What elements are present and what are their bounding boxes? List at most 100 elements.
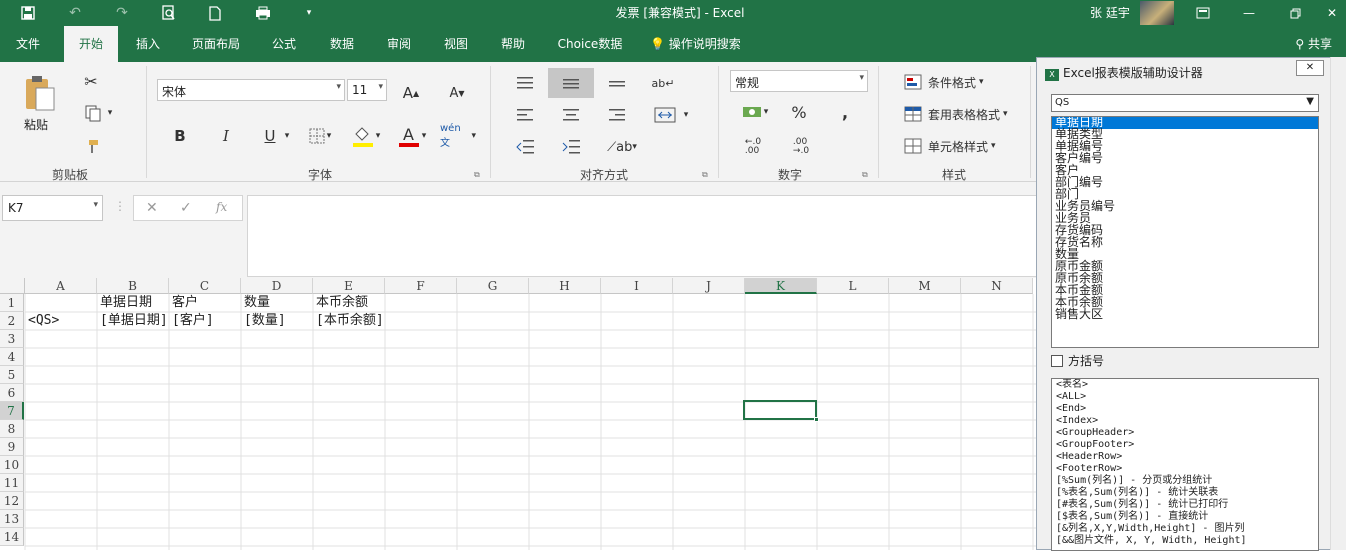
- ribbon-display-icon[interactable]: [1180, 0, 1226, 26]
- fill-handle[interactable]: [814, 417, 819, 422]
- name-box[interactable]: K7 ▾: [2, 195, 103, 221]
- increase-indent-icon[interactable]: [556, 134, 586, 160]
- insert-function-icon[interactable]: fx: [216, 200, 227, 214]
- minimize-icon[interactable]: —: [1226, 0, 1272, 26]
- tab-home[interactable]: 开始: [64, 26, 118, 62]
- avatar[interactable]: [1140, 1, 1174, 25]
- tab-data[interactable]: 数据: [322, 26, 362, 62]
- format-as-table-button[interactable]: 套用表格格式 ▾: [904, 102, 1008, 126]
- align-left-icon[interactable]: [510, 102, 540, 128]
- dialog-launcher-icon[interactable]: ⧉: [862, 170, 868, 180]
- template-item[interactable]: <FooterRow>: [1052, 463, 1318, 475]
- close-icon[interactable]: ✕: [1318, 0, 1346, 26]
- print-preview-icon[interactable]: [154, 0, 184, 26]
- decrease-indent-icon[interactable]: [510, 134, 540, 160]
- spreadsheet-grid[interactable]: ABCDEFGHIJKLMN 1 2 3 4 5 6 7 8 9 10 11 12 13 14 单据日期客…: [0, 278, 1040, 550]
- field-list[interactable]: 单据日期 单据类型 单据编号 客户编号 客户 部门编号 部门 业务员编号 业务员 存货编码 存货名称…: [1051, 116, 1319, 348]
- user-name[interactable]: 张 廷宇: [1090, 4, 1130, 21]
- panel-scrollbar[interactable]: [1330, 57, 1346, 550]
- tab-formulas[interactable]: 公式: [264, 26, 304, 62]
- field-item[interactable]: 销售大区: [1052, 308, 1318, 321]
- template-item[interactable]: <GroupHeader>: [1052, 427, 1318, 439]
- template-item[interactable]: [$表名,Sum(列名)] - 直接统计: [1052, 511, 1318, 523]
- cell-e2[interactable]: [本币余额]: [314, 312, 394, 330]
- fill-color-button[interactable]: ▾: [348, 122, 384, 150]
- template-item[interactable]: [%表名,Sum(列名)] - 统计关联表: [1052, 487, 1318, 499]
- field-item[interactable]: 客户编号: [1052, 152, 1318, 165]
- tab-page-layout[interactable]: 页面布局: [186, 26, 246, 62]
- percent-button[interactable]: %: [786, 100, 812, 124]
- phonetic-guide-icon[interactable]: wén文 ▾: [440, 123, 476, 149]
- cut-icon[interactable]: ✂: [80, 70, 102, 92]
- checkbox[interactable]: [1051, 354, 1063, 367]
- cell-c1[interactable]: 客户: [170, 294, 250, 312]
- formula-input[interactable]: [247, 195, 1040, 277]
- paste-button[interactable]: [14, 68, 64, 118]
- tab-file[interactable]: 文件: [8, 26, 48, 62]
- cell-d1[interactable]: 数量: [242, 294, 322, 312]
- decrease-decimal-icon[interactable]: .00 →.0: [786, 134, 816, 160]
- bold-button[interactable]: B: [168, 124, 192, 148]
- underline-button[interactable]: U: [258, 124, 282, 148]
- comma-style-button[interactable]: ,: [832, 100, 858, 124]
- dataset-select[interactable]: QS ▼: [1051, 94, 1319, 112]
- font-size-select[interactable]: 11 ▾: [347, 79, 387, 101]
- increase-decimal-icon[interactable]: ←.0.00: [738, 134, 768, 160]
- template-item[interactable]: <HeaderRow>: [1052, 451, 1318, 463]
- template-item[interactable]: <GroupFooter>: [1052, 439, 1318, 451]
- borders-button[interactable]: ▾: [304, 124, 336, 148]
- dialog-launcher-icon[interactable]: ⧉: [474, 170, 480, 180]
- align-middle-icon[interactable]: [548, 68, 594, 98]
- panel-close-icon[interactable]: ✕: [1296, 60, 1324, 76]
- merge-center-button[interactable]: ▾: [646, 102, 696, 128]
- accounting-format-button[interactable]: ▾: [736, 100, 774, 124]
- decrease-font-icon[interactable]: A ▼: [444, 80, 470, 106]
- template-item[interactable]: <表名>: [1052, 379, 1318, 391]
- tab-insert[interactable]: 插入: [128, 26, 168, 62]
- cell-b1[interactable]: 单据日期: [98, 294, 178, 312]
- new-document-icon[interactable]: [200, 0, 230, 26]
- save-icon[interactable]: [13, 0, 43, 26]
- tab-review[interactable]: 审阅: [379, 26, 419, 62]
- template-item[interactable]: [&列名,X,Y,Width,Height] - 图片列: [1052, 523, 1318, 535]
- conditional-formatting-button[interactable]: 条件格式 ▾: [904, 70, 984, 94]
- undo-icon[interactable]: ↶: [60, 0, 90, 26]
- template-item[interactable]: <ALL>: [1052, 391, 1318, 403]
- cell-b2[interactable]: [单据日期]: [98, 312, 178, 330]
- tab-view[interactable]: 视图: [436, 26, 476, 62]
- underline-dropdown-icon[interactable]: ▾: [282, 124, 292, 148]
- copy-button[interactable]: ▾: [78, 102, 118, 124]
- template-list[interactable]: <表名> <ALL> <End> <Index> <GroupHeader> <Group…: [1051, 378, 1319, 551]
- field-item[interactable]: 业务员编号: [1052, 200, 1318, 213]
- orientation-icon[interactable]: ⟋ab ▾: [604, 134, 640, 160]
- wrap-text-icon[interactable]: ab↵: [648, 70, 678, 96]
- font-name-select[interactable]: 宋体 ▾: [157, 79, 345, 101]
- cell-c2[interactable]: [客户]: [170, 312, 250, 330]
- active-cell-selection[interactable]: [743, 400, 817, 420]
- tab-help[interactable]: 帮助: [493, 26, 533, 62]
- cell-styles-button[interactable]: 单元格样式 ▾: [904, 134, 996, 158]
- template-item[interactable]: <End>: [1052, 403, 1318, 415]
- number-format-select[interactable]: 常规 ▾: [730, 70, 868, 92]
- field-item[interactable]: 部门编号: [1052, 176, 1318, 189]
- bracket-checkbox[interactable]: 方括号: [1051, 352, 1104, 369]
- cell-e1[interactable]: 本币余额: [314, 294, 394, 312]
- dialog-launcher-icon[interactable]: ⧉: [702, 170, 708, 180]
- align-right-icon[interactable]: [602, 102, 632, 128]
- format-painter-icon[interactable]: [80, 136, 102, 158]
- increase-font-icon[interactable]: A ▲: [398, 80, 424, 106]
- paste-label[interactable]: 粘贴: [24, 116, 48, 133]
- field-item[interactable]: 存货名称: [1052, 236, 1318, 249]
- customize-toolbar-icon[interactable]: ▾: [294, 0, 324, 26]
- template-item[interactable]: [&&图片文件, X, Y, Width, Height]: [1052, 535, 1318, 547]
- align-center-icon[interactable]: [556, 102, 586, 128]
- template-item[interactable]: [%Sum(列名)] - 分页或分组统计: [1052, 475, 1318, 487]
- cell-a2[interactable]: <QS>: [26, 312, 106, 330]
- template-item[interactable]: <Index>: [1052, 415, 1318, 427]
- tell-me-search[interactable]: 💡 操作说明搜索: [650, 26, 760, 62]
- quick-print-icon[interactable]: [248, 0, 278, 26]
- confirm-icon[interactable]: ✓: [180, 200, 192, 216]
- cell-d2[interactable]: [数量]: [242, 312, 322, 330]
- align-bottom-icon[interactable]: [602, 70, 632, 96]
- italic-button[interactable]: I: [214, 124, 238, 148]
